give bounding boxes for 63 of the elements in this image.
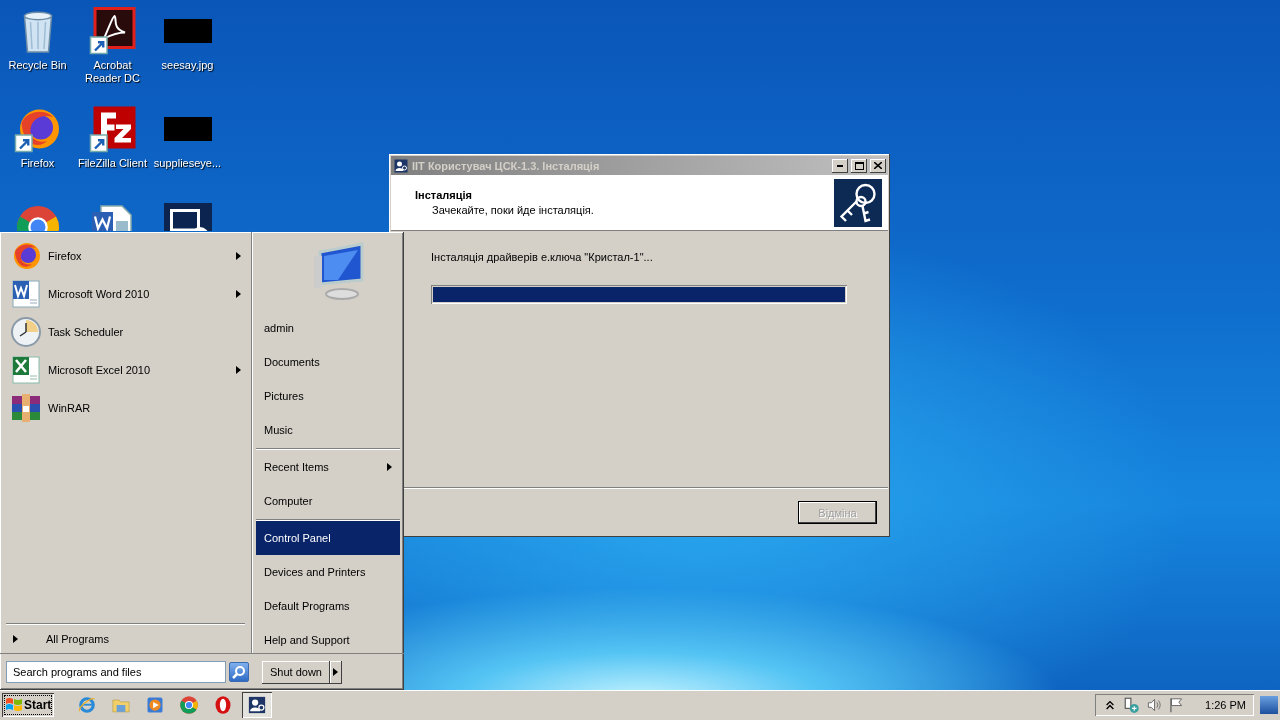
flag-icon[interactable] [1167,696,1186,714]
browser-icon [179,695,200,715]
user-key-icon [247,695,268,715]
desktop-icon-label[interactable]: seesay.jpg [161,59,214,72]
minimize-icon [837,164,843,167]
start-menu-link[interactable]: Default Programs [256,589,400,623]
desktop-icon-label[interactable]: Recycle Bin [8,59,67,72]
reader-app-icon [88,7,137,55]
ftp-app-icon [88,105,137,153]
monitor-icon [163,203,212,231]
submenu-arrow-icon [13,634,18,643]
program-item[interactable]: Microsoft Word 2010 [6,275,247,313]
clock: 1:26 PM [1205,699,1246,711]
start-menu-link[interactable]: Devices and Printers [256,555,400,589]
submenu-arrow-icon [387,463,392,471]
clock-icon [10,316,42,348]
program-item[interactable]: Microsoft Excel 2010 [6,351,247,389]
header-title: Інсталяція [415,189,473,201]
flag-logo-icon [5,696,23,714]
caret-icon [333,668,339,676]
start-menu-link[interactable]: Documents [256,345,400,379]
start-menu-link[interactable]: Computer [256,484,400,518]
window-title: ІІТ Користувач ЦСК-1.3. Інсталяція [412,159,601,172]
minimize-button[interactable] [832,158,848,173]
speaker-icon[interactable] [1145,696,1164,714]
search-icon [232,665,246,679]
program-item[interactable]: Task Scheduler [6,313,247,351]
search-button[interactable] [229,662,249,682]
program-item[interactable]: Firefox [6,237,247,275]
browser-icon [77,695,98,715]
show-desktop-button[interactable] [1260,696,1278,714]
start-button[interactable]: Start [2,693,55,717]
submenu-arrow-icon [236,366,241,374]
desktop-icon-label[interactable]: supplieseye... [153,157,222,170]
spreadsheet-icon [10,354,42,386]
document-icon [10,278,42,310]
header-subtitle: Зачекайте, поки йде інсталяція. [431,204,595,216]
close-button[interactable] [870,158,886,173]
search-field[interactable]: Search programs and files [6,661,226,683]
maximize-button[interactable] [851,158,867,173]
user-key-icon [393,157,409,174]
status-text: Інсталяція драйверів е.ключа "Кристал-1"... [431,251,654,263]
start-menu-link[interactable]: Control Panel [256,521,400,555]
start-menu-link[interactable]: Music [256,413,400,447]
maximize-icon [854,161,864,170]
all-programs-item[interactable]: All Programs [6,623,245,653]
network-icon[interactable] [1123,696,1142,714]
close-icon [874,162,882,169]
start-menu-link[interactable]: Recent Items [256,450,400,484]
taskbar-button[interactable] [242,692,273,718]
desktop-icon-label[interactable]: FileZilla Client [77,157,148,170]
keys-icon [834,178,882,227]
start-menu-link[interactable]: Pictures [256,379,400,413]
program-item[interactable]: WinRAR [6,389,247,427]
desktop-icon-label[interactable]: Firefox [20,157,55,170]
archive-icon [10,392,42,424]
desktop-icon-label[interactable]: Acrobat Reader DC [75,59,150,85]
shutdown-button[interactable]: Shut down [262,660,330,684]
media-player-icon [145,695,166,715]
submenu-arrow-icon [236,290,241,298]
submenu-arrow-icon [236,252,241,260]
start-menu-link[interactable]: Help and Support [256,623,400,657]
start-menu-link[interactable]: admin [256,311,400,345]
